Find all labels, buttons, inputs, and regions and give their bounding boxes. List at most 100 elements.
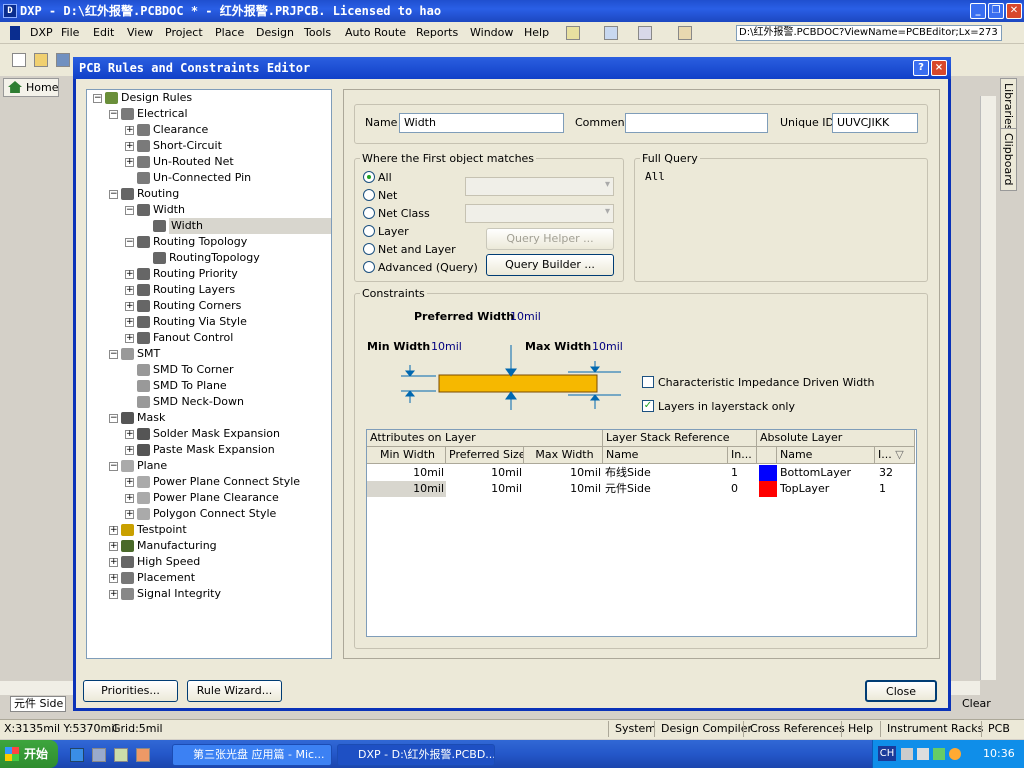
tree-item[interactable]: SMD Neck-Down [153,394,244,410]
route-tool-icon[interactable] [566,26,580,40]
tree-item[interactable]: Placement [137,570,195,586]
layer-tab[interactable]: 元件 Side [10,696,66,712]
col-stack-name[interactable]: Name [603,447,728,464]
restore-icon[interactable]: ❐ [988,3,1004,19]
start-button[interactable]: 开始 [0,740,58,768]
grid-cell-index[interactable]: 1 [731,465,757,481]
grid-cell-index[interactable]: 0 [731,481,757,497]
layerstack-checkbox[interactable]: ✓ [642,400,654,412]
tree-expander-icon[interactable]: − [109,414,118,423]
menu-view[interactable]: View [127,26,153,39]
status-tab-help[interactable]: Help [841,721,873,737]
grid-cell-stack-name[interactable]: 布线Side [605,465,728,481]
menu-reports[interactable]: Reports [416,26,458,39]
tree-item[interactable]: Signal Integrity [137,586,221,602]
tree-expander-icon[interactable]: + [109,526,118,535]
col-layer-id[interactable]: I... ▽ [875,447,915,464]
match-radio[interactable] [363,225,375,237]
tree-expander-icon[interactable]: − [125,238,134,247]
tree-item[interactable]: Mask [137,410,165,426]
match-radio[interactable] [363,207,375,219]
tree-expander-icon[interactable]: + [125,318,134,327]
grid-cell-layer-id[interactable]: 1 [879,481,915,497]
tree-item[interactable]: Routing Topology [153,234,247,250]
comment-field[interactable] [625,113,768,133]
grid-cell-pref[interactable]: 10mil [446,465,524,481]
app-quicklaunch-icon[interactable] [136,748,150,762]
col-max-width[interactable]: Max Width [524,447,603,464]
tab-libraries[interactable]: Libraries [1000,78,1017,136]
dimension-tool-icon[interactable] [678,26,692,40]
ie-quicklaunch-icon[interactable] [70,748,84,762]
preferred-width-value[interactable]: 10mil [510,310,541,323]
tree-item[interactable]: Short-Circuit [153,138,222,154]
tree-expander-icon[interactable]: − [109,350,118,359]
tree-expander-icon[interactable]: − [125,206,134,215]
col-layer-name[interactable]: Name [777,447,875,464]
tree-expander-icon[interactable]: + [125,270,134,279]
grid-cell-max[interactable]: 10mil [524,465,603,481]
tree-item[interactable]: Electrical [137,106,188,122]
grid-cell-stack-name[interactable]: 元件Side [605,481,728,497]
tree-item[interactable]: Polygon Connect Style [153,506,276,522]
tree-item[interactable]: Routing [137,186,179,202]
tree-item[interactable]: Routing Layers [153,282,235,298]
close-app-icon[interactable]: ✕ [1006,3,1022,19]
grid-cell-layer-id[interactable]: 32 [879,465,915,481]
dialog-close-icon[interactable]: × [931,60,947,76]
tray-network-icon[interactable] [933,748,945,760]
tree-expander-icon[interactable]: + [109,558,118,567]
tree-expander-icon[interactable]: + [109,542,118,551]
tray-speaker-icon[interactable] [917,748,929,760]
tree-item[interactable]: Paste Mask Expansion [153,442,275,458]
tree-expander-icon[interactable]: + [125,142,134,151]
tree-item[interactable]: Routing Via Style [153,314,247,330]
tree-expander-icon[interactable]: − [93,94,102,103]
explorer-quicklaunch-icon[interactable] [114,748,128,762]
menu-window[interactable]: Window [470,26,513,39]
menu-project[interactable]: Project [165,26,203,39]
status-tab-instrument-racks[interactable]: Instrument Racks [880,721,983,737]
save-icon[interactable] [56,53,70,67]
tree-expander-icon[interactable]: − [109,462,118,471]
col-min-width[interactable]: Min Width [367,447,446,464]
tree-item[interactable]: Power Plane Connect Style [153,474,300,490]
tree-item[interactable]: Fanout Control [153,330,233,346]
tree-item[interactable]: Testpoint [137,522,187,538]
new-file-icon[interactable] [12,53,26,67]
tree-item[interactable]: Manufacturing [137,538,217,554]
tree-item[interactable]: Design Rules [121,90,192,106]
match-radio[interactable] [363,243,375,255]
vertical-scrollbar[interactable] [980,96,996,680]
tree-item[interactable]: High Speed [137,554,200,570]
help-icon[interactable]: ? [913,60,929,76]
minimize-icon[interactable]: _ [970,3,986,19]
menu-file[interactable]: File [61,26,79,39]
task-word[interactable]: 第三张光盘 应用篇 - Mic... [172,744,332,766]
close-button[interactable]: Close [865,680,937,702]
menu-tools[interactable]: Tools [304,26,331,39]
grid-cell-layer[interactable]: TopLayer [780,481,878,497]
tree-expander-icon[interactable]: + [125,430,134,439]
unique-id-field[interactable]: UUVCJIKK [832,113,918,133]
tray-app-icon[interactable] [949,748,961,760]
tree-expander-icon[interactable]: + [125,478,134,487]
tree-item[interactable]: Routing Corners [153,298,241,314]
col-index[interactable]: In... [728,447,757,464]
tree-expander-icon[interactable]: + [125,158,134,167]
menu-place[interactable]: Place [215,26,244,39]
grid-cell-layer[interactable]: BottomLayer [780,465,878,481]
tree-item[interactable]: Un-Routed Net [153,154,234,170]
grid-cell-min[interactable]: 10mil [367,481,446,497]
tree-item[interactable]: Un-Connected Pin [153,170,251,186]
status-tab-pcb[interactable]: PCB [981,721,1010,737]
col-preferred-size[interactable]: Preferred Size [446,447,524,464]
tab-clipboard[interactable]: Clipboard [1000,128,1017,191]
text-tool-icon[interactable] [638,26,652,40]
tree-expander-icon[interactable]: + [125,510,134,519]
tree-item[interactable]: Routing Priority [153,266,238,282]
input-lang-indicator[interactable]: CH [878,746,896,761]
tree-item[interactable]: Clearance [153,122,208,138]
tree-item[interactable]: Power Plane Clearance [153,490,279,506]
tree-expander-icon[interactable]: + [125,126,134,135]
